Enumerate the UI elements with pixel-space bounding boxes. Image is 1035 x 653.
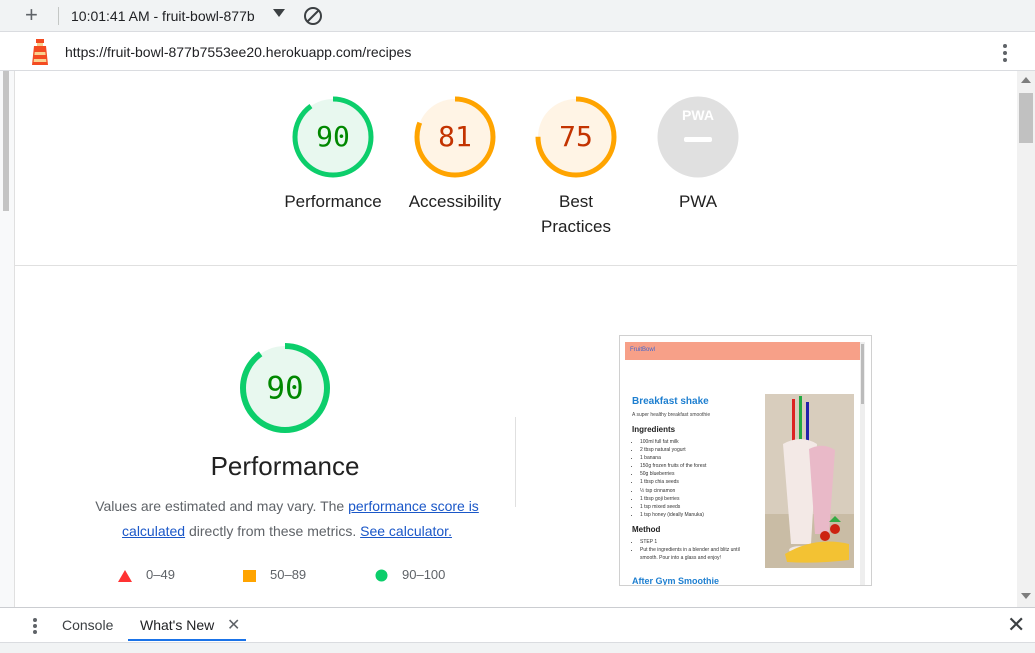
tab-whats-new[interactable]: What's New — [140, 617, 214, 633]
score-gauge-ring[interactable]: PWA — [656, 95, 740, 179]
triangle-icon — [118, 569, 132, 582]
screenshot-ingredients-heading: Ingredients — [632, 425, 676, 434]
screenshot-list-item: 2 tbsp natural yogurt — [640, 446, 706, 454]
score-value: 81 — [438, 120, 472, 153]
lighthouse-icon — [32, 39, 48, 65]
screenshot-list-item: 50g blueberries — [640, 470, 706, 478]
circle-icon — [375, 569, 388, 582]
screenshot-list-item: 1 tbsp chia seeds — [640, 478, 706, 486]
category-label-line: Performance — [284, 192, 382, 211]
legend-range: 90–100 — [402, 567, 446, 582]
screenshot-list-item: ½ tsp cinnamon — [640, 487, 706, 495]
more-vert-icon[interactable] — [995, 41, 1015, 65]
performance-gauge[interactable]: 90 — [237, 341, 333, 435]
report-url[interactable]: https://fruit-bowl-877b7553ee20.herokuap… — [65, 44, 411, 60]
score-gauge-ring[interactable]: 81 — [413, 95, 497, 179]
category-label-line: Best — [558, 192, 594, 211]
screenshot-list-item: 150g frozen fruits of the forest — [640, 462, 706, 470]
legend-range: 0–49 — [146, 567, 175, 582]
block-icon[interactable] — [303, 6, 323, 26]
category-performance[interactable]: 90 Performance — [273, 95, 393, 214]
screenshot-list-item: 100ml full fat milk — [640, 438, 706, 446]
screenshot-method-heading: Method — [632, 525, 661, 534]
screenshot-next-recipe: After Gym Smoothie — [632, 576, 720, 586]
scroll-down-icon[interactable] — [1021, 593, 1031, 599]
more-vert-icon[interactable] — [25, 616, 45, 636]
pwa-badge-text: PWA — [682, 107, 714, 123]
performance-heading: Performance — [210, 451, 360, 481]
screenshot-ingredients-list: 100ml full fat milk2 tbsp natural yogurt… — [640, 438, 706, 519]
scroll-up-icon[interactable] — [1021, 77, 1031, 83]
screenshot-header: FruitBowl — [625, 342, 861, 360]
tab-console[interactable]: Console — [62, 617, 113, 633]
devtools-drawer: Console What's New ✕ ✕ — [0, 607, 1035, 653]
performance-gauge-ring[interactable]: 90 — [238, 341, 332, 435]
category-label: PWA — [638, 189, 758, 214]
category-accessibility[interactable]: 81 Accessibility — [395, 95, 515, 214]
report-url-bar: https://fruit-bowl-877b7553ee20.herokuap… — [0, 33, 1035, 71]
pwa-dash-icon — [684, 137, 712, 142]
plus-icon[interactable]: + — [25, 4, 38, 26]
performance-score: 90 — [266, 370, 303, 406]
vertical-scrollbar[interactable] — [1017, 71, 1035, 607]
screenshot-list-item: Put the ingredients in a blender and bli… — [640, 546, 758, 562]
screenshot-list-item: 1 tsp honey (ideally Manuka) — [640, 511, 706, 519]
screenshot-list-item: STEP 1 — [640, 538, 758, 546]
toolbar-divider — [58, 7, 59, 25]
category-pwa[interactable]: PWA PWA — [638, 95, 758, 214]
score-value: 90 — [316, 120, 350, 153]
close-icon[interactable]: ✕ — [1007, 612, 1025, 638]
legend-range: 50–89 — [270, 567, 307, 582]
see-calculator-link[interactable]: See calculator. — [360, 523, 452, 539]
category-label: Accessibility — [395, 189, 515, 214]
category-label: Best Practices — [516, 189, 636, 239]
category-label-line: Accessibility — [408, 192, 502, 211]
legend-pass: 90–100 — [375, 567, 445, 582]
category-label-line: Practices — [541, 217, 611, 236]
legend-average: 50–89 — [243, 567, 306, 582]
screenshot-recipe-title: Breakfast shake — [632, 396, 709, 407]
category-label-line: PWA — [678, 192, 718, 211]
vertical-divider — [515, 417, 516, 507]
description-text-mid: directly from these metrics. — [185, 523, 361, 539]
performance-description: Values are estimated and may vary. The p… — [77, 494, 497, 544]
legend-fail: 0–49 — [118, 567, 175, 582]
score-gauge-ring[interactable]: 75 — [534, 95, 618, 179]
square-icon — [243, 569, 256, 582]
description-text: Values are estimated and may vary. The — [95, 498, 349, 514]
category-label: Performance — [273, 189, 393, 214]
smoothie-photo — [765, 394, 854, 568]
final-screenshot[interactable]: FruitBowl Breakfast shake A super health… — [619, 335, 872, 586]
close-icon[interactable]: ✕ — [227, 615, 240, 635]
score-value: 75 — [559, 120, 593, 153]
screenshot-recipe-subtitle: A super healthy breakfast smoothie — [632, 412, 711, 418]
screenshot-method-list: STEP 1Put the ingredients in a blender a… — [640, 538, 758, 562]
left-scroll-rail — [0, 71, 15, 607]
caret-down-icon[interactable] — [273, 9, 285, 17]
screenshot-list-item: 1 banana — [640, 454, 706, 462]
screenshot-list-item: 1 tsp mixed seeds — [640, 503, 706, 511]
section-divider — [15, 265, 1017, 266]
report-selector-label[interactable]: 10:01:41 AM - fruit-bowl-877b — [71, 8, 255, 24]
lighthouse-report: 90 Performance 81 Accessibility 75 Best Practi… — [15, 71, 1017, 607]
category-best-practices[interactable]: 75 Best Practices — [516, 95, 636, 239]
screenshot-list-item: 1 tbsp goji berries — [640, 495, 706, 503]
score-gauge-ring[interactable]: 90 — [291, 95, 375, 179]
devtools-toolbar: + 10:01:41 AM - fruit-bowl-877b — [0, 0, 1035, 32]
